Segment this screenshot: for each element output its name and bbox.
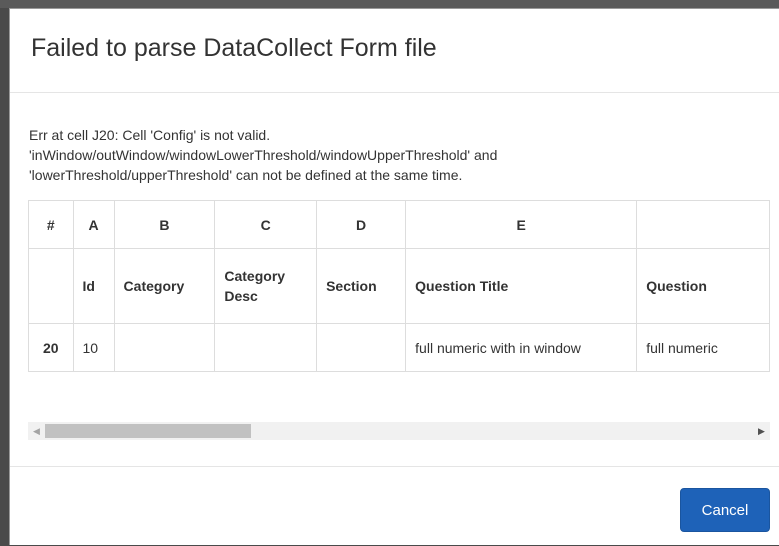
table-row: 20 10 full numeric with in window full n… (28, 323, 770, 372)
data-cell: full numeric with in window (405, 323, 638, 372)
data-cell: 10 (72, 323, 115, 372)
header-cell: Category Desc (214, 248, 318, 324)
dialog-body: Err at cell J20: Cell 'Config' is not va… (10, 93, 779, 466)
error-message: Err at cell J20: Cell 'Config' is not va… (29, 125, 769, 185)
background-page (0, 0, 779, 8)
error-line: 'inWindow/outWindow/windowLowerThreshold… (29, 147, 498, 163)
scrollbar-thumb[interactable] (45, 424, 251, 438)
error-dialog: Failed to parse DataCollect Form file Er… (9, 8, 779, 545)
dialog-title: Failed to parse DataCollect Form file (31, 34, 437, 62)
column-letter-row: # A B C D E (28, 200, 770, 249)
row-number: 20 (28, 323, 74, 372)
scroll-right-arrow-icon[interactable]: ▶ (753, 422, 770, 440)
table-scroll-container[interactable]: # A B C D E Id Category Category Desc Se… (28, 200, 770, 376)
column-letter: C (214, 200, 318, 249)
column-letter: B (113, 200, 216, 249)
column-letter (636, 200, 770, 249)
data-cell (214, 323, 318, 372)
header-cell (28, 248, 74, 324)
column-letter: A (72, 200, 115, 249)
header-cell: Question Title (405, 248, 638, 324)
error-line: 'lowerThreshold/upperThreshold' can not … (29, 167, 463, 183)
header-row: Id Category Category Desc Section Questi… (28, 248, 770, 324)
data-cell: full numeric (636, 323, 770, 372)
data-cell (316, 323, 407, 372)
column-letter: # (28, 200, 74, 249)
header-cell: Section (316, 248, 407, 324)
error-data-table: # A B C D E Id Category Category Desc Se… (28, 200, 770, 372)
header-cell: Category (113, 248, 216, 324)
column-letter: D (316, 200, 407, 249)
column-letter: E (405, 200, 638, 249)
data-cell (113, 323, 216, 372)
horizontal-scrollbar[interactable]: ◀ ▶ (28, 422, 770, 440)
header-cell: Question (636, 248, 770, 324)
dialog-header: Failed to parse DataCollect Form file (10, 9, 779, 93)
cancel-button[interactable]: Cancel (680, 488, 770, 532)
dialog-footer: Cancel (10, 466, 779, 546)
header-cell: Id (72, 248, 115, 324)
scroll-left-arrow-icon[interactable]: ◀ (28, 422, 45, 440)
error-line: Err at cell J20: Cell 'Config' is not va… (29, 127, 271, 143)
